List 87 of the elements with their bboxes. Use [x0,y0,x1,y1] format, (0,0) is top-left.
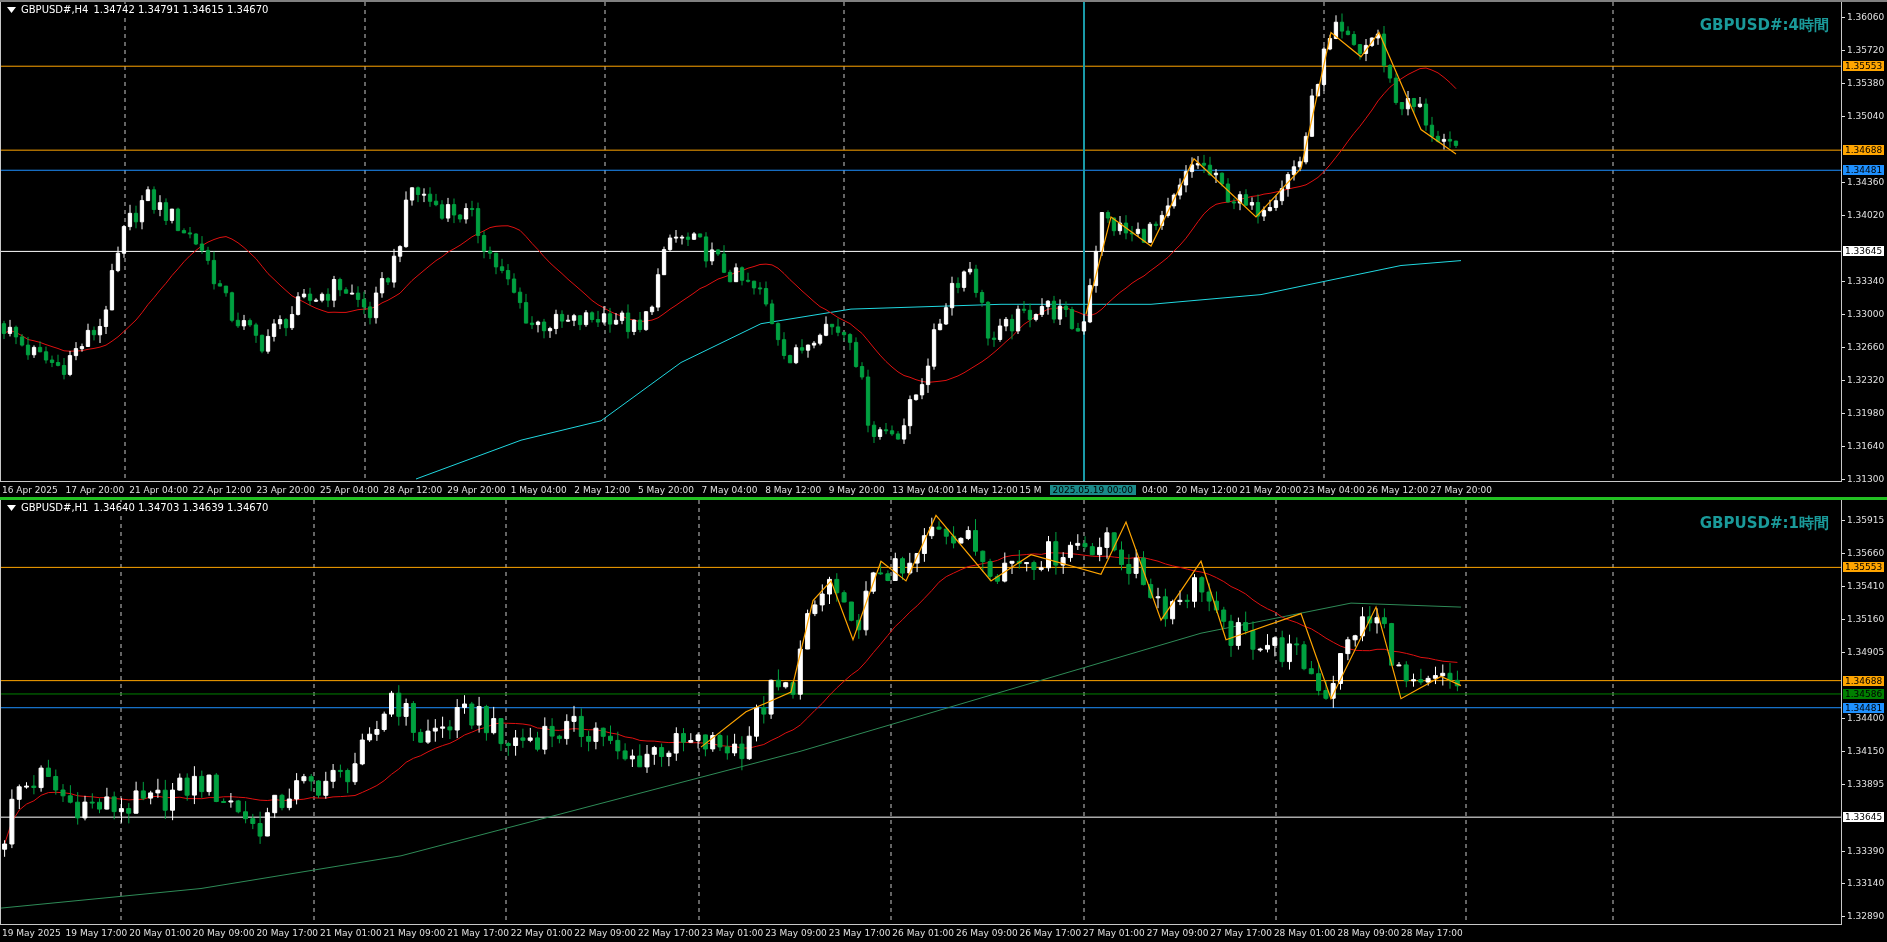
price-axis-label: 1.36060 [1842,12,1885,22]
time-axis-label: 27 May 09:00 [1146,927,1210,938]
time-axis-label: 22 May 17:00 [637,927,701,938]
time-axis-label: 21 Apr 04:00 [129,484,189,495]
price-axis-label: 1.34020 [1842,210,1885,220]
time-axis-label: 23 Apr 20:00 [256,484,317,495]
time-axis-label: 27 May 01:00 [1083,927,1146,938]
time-axis-label: 14 May 12:00 [955,484,1019,495]
price-axis-label: 1.35915 [1842,515,1885,525]
price-axis-label: 1.34360 [1842,177,1885,187]
time-axis-label: 22 Apr 12:00 [192,484,253,495]
time-axis-label: 21 May 20:00 [1239,484,1303,495]
time-axis-label: 21 May 09:00 [383,927,447,938]
price-axis-label: 1.35160 [1842,613,1885,624]
time-axis-label: 17 Apr 20:00 [65,484,126,495]
price-level-label: 1.33645 [1843,812,1885,823]
time-axis-label: 23 May 17:00 [828,927,892,938]
price-axis-label: 1.31300 [1842,474,1885,484]
time-axis-label: 26 May 01:00 [892,927,956,938]
price-axis-label: 1.33895 [1842,779,1885,790]
time-axis-label: 28 May 09:00 [1337,927,1401,938]
price-axis-label: 1.33140 [1842,878,1885,889]
time-axis-label: 28 Apr 12:00 [383,484,444,495]
price-axis-label: 1.31980 [1842,408,1885,418]
price-axis-label: 1.35040 [1842,111,1885,121]
price-level-label: 1.34688 [1843,675,1885,686]
time-axis-label: 23 May 01:00 [701,927,765,938]
time-axis-label: 20 May 12:00 [1175,484,1239,495]
time-axis-label: 8 May 12:00 [765,484,823,495]
time-axis-label: 26 May 17:00 [1019,927,1083,938]
time-axis-label: 27 May 17:00 [1210,927,1273,938]
time-axis-label: 21 May 01:00 [319,927,383,938]
time-axis-label: 15 M [1019,484,1042,495]
time-axis-label: 2 May 12:00 [574,484,632,495]
ohlc-values: 1.34640 1.34703 1.34639 1.34670 [93,502,269,513]
price-level-label: 1.34586 [1843,688,1885,699]
time-axis-label: 28 May 17:00 [1401,927,1464,938]
price-axis-label: 1.33340 [1842,276,1885,286]
price-axis-label: 1.35380 [1842,78,1885,88]
price-axis-label: 1.35660 [1842,548,1885,559]
time-axis-label: 28 May 01:00 [1273,927,1337,938]
price-level-label: 1.35553 [1843,61,1885,72]
time-axis-label: 26 May 09:00 [955,927,1019,938]
price-axis-label: 1.32890 [1842,911,1885,921]
time-axis-label: 04:00 [1141,484,1168,495]
time-axis-label: 19 May 2025 [2,927,62,938]
time-axis-label: 20 May 17:00 [256,927,320,938]
time-axis-label: 29 Apr 20:00 [447,484,507,495]
price-axis-label: 1.33000 [1842,309,1885,319]
time-axis-label: 13 May 04:00 [892,484,956,495]
chart-title: GBPUSD#:4時間 [1699,16,1829,35]
price-axis-label: 1.34400 [1842,713,1885,724]
price-axis-label: 1.35410 [1842,581,1885,592]
crosshair-time-label: 2025.05.19 00:00 [1049,484,1136,495]
symbol-label: GBPUSD#,H4 [21,4,89,15]
ohlc-values: 1.34742 1.34791 1.34615 1.34670 [93,4,269,15]
price-axis-label: 1.32320 [1842,375,1885,385]
time-axis-label: 20 May 09:00 [192,927,256,938]
time-axis-label: 21 May 17:00 [447,927,510,938]
price-axis-label: 1.33390 [1842,845,1885,856]
time-axis-label: 16 Apr 2025 [2,484,59,495]
price-axis-label: 1.34905 [1842,647,1885,658]
time-axis-label: 26 May 12:00 [1366,484,1430,495]
price-axis-label: 1.35720 [1842,45,1885,55]
price-level-label: 1.34481 [1843,165,1885,176]
time-axis-label: 23 May 04:00 [1303,484,1366,495]
price-axis-label: 1.34150 [1842,746,1885,757]
price-level-label: 1.33645 [1843,246,1885,257]
dropdown-icon[interactable] [7,504,16,511]
price-level-label: 1.35553 [1843,562,1885,573]
time-axis-label: 27 May 20:00 [1430,484,1493,495]
time-axis-label: 9 May 20:00 [828,484,886,495]
time-axis-label: 7 May 04:00 [701,484,759,495]
price-level-label: 1.34481 [1843,702,1885,713]
time-axis-label: 22 May 01:00 [510,927,574,938]
time-axis-label: 22 May 09:00 [574,927,638,938]
time-axis-label: 1 May 04:00 [510,484,568,495]
symbol-label: GBPUSD#,H1 [21,502,89,513]
time-axis-label: 20 May 01:00 [129,927,192,938]
price-level-label: 1.34688 [1843,145,1885,156]
price-axis-label: 1.32660 [1842,342,1885,352]
price-axis-label: 1.31640 [1842,441,1885,451]
time-axis-label: 5 May 20:00 [637,484,695,495]
time-axis-label: 19 May 17:00 [65,927,129,938]
chart-title: GBPUSD#:1時間 [1699,514,1829,533]
time-axis-label: 23 May 09:00 [765,927,828,938]
time-axis-label: 25 Apr 04:00 [319,484,380,495]
